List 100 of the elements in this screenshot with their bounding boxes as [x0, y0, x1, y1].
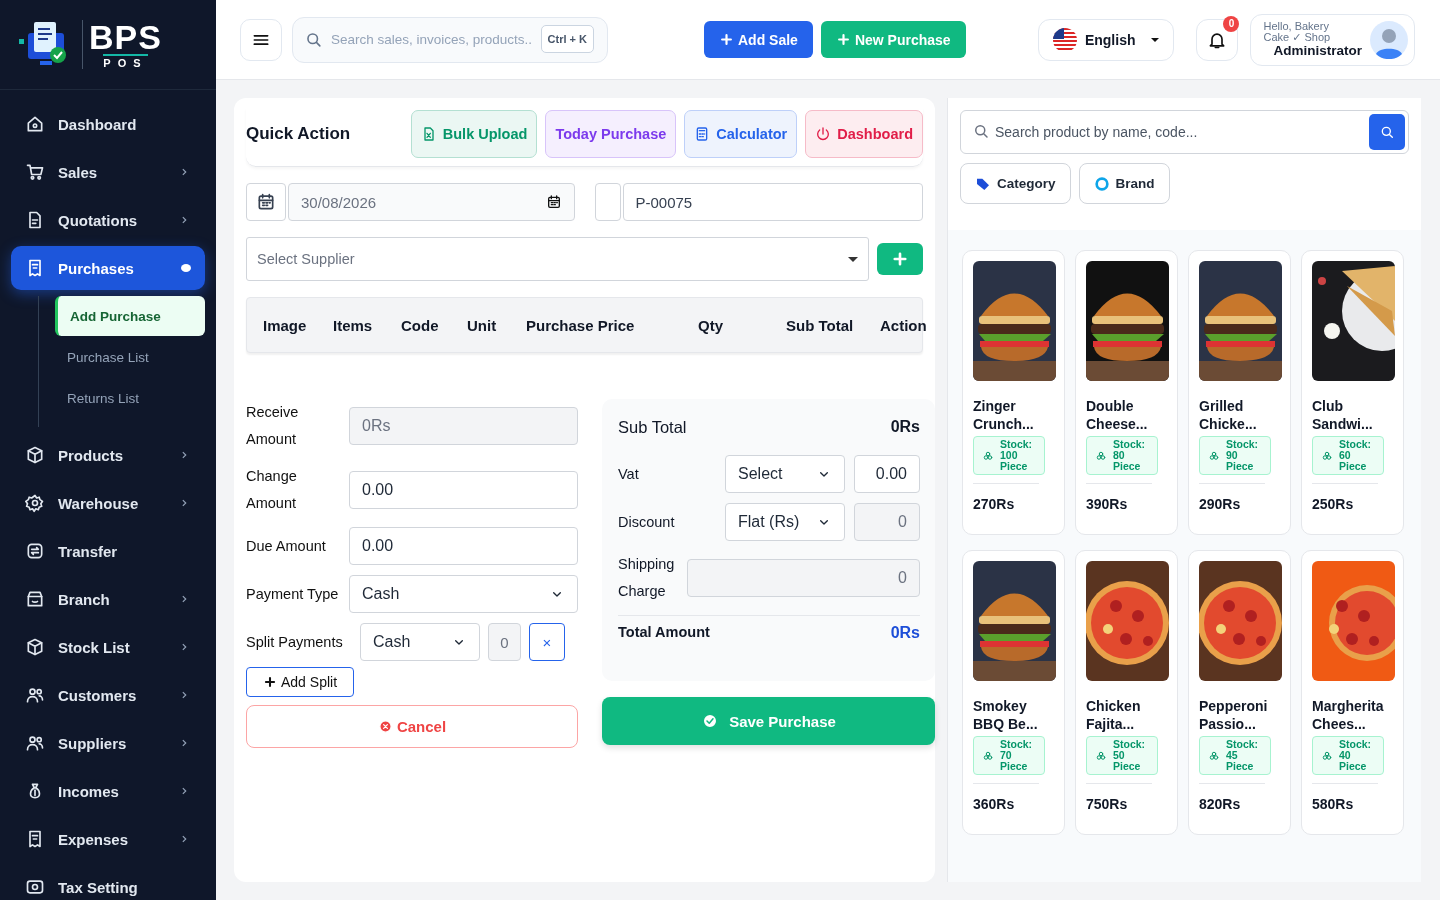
- coins-icon: [1321, 449, 1333, 462]
- product-card[interactable]: Grilled Chicke... Stock: 90 Piece 290Rs: [1188, 250, 1291, 535]
- header-action-button[interactable]: Add Sale: [704, 21, 813, 58]
- sidebar-subitem[interactable]: Purchase List: [55, 337, 205, 378]
- coins-icon: [1321, 749, 1333, 762]
- sidebar-item[interactable]: Customers: [11, 673, 205, 717]
- coins-icon: [982, 449, 994, 462]
- product-card[interactable]: Double Cheese... Stock: 80 Piece 390Rs: [1075, 250, 1178, 535]
- column-header: Items: [333, 316, 374, 334]
- product-card[interactable]: Smokey BBQ Be... Stock: 70 Piece 360Rs: [962, 550, 1065, 835]
- product-card[interactable]: Pepperoni Passio... Stock: 45 Piece 820Rs: [1188, 550, 1291, 835]
- sidebar-item[interactable]: Sales: [11, 150, 205, 194]
- sidebar-item[interactable]: Products: [11, 433, 205, 477]
- stock-badge: Stock: 80 Piece: [1086, 436, 1158, 475]
- split-method-select[interactable]: Cash: [360, 623, 480, 661]
- user-role: Administrator: [1273, 43, 1362, 58]
- product-name: Double Cheese...: [1086, 397, 1149, 433]
- input-addon: [594, 183, 621, 221]
- total-label: Total Amount: [618, 624, 710, 642]
- remove-split-button[interactable]: ×: [529, 623, 565, 661]
- product-name: Grilled Chicke...: [1199, 397, 1258, 433]
- filter-button[interactable]: Brand: [1078, 163, 1170, 204]
- search-icon: [1379, 124, 1395, 140]
- avatar-icon: [1370, 20, 1408, 59]
- language-selector[interactable]: English: [1037, 18, 1175, 61]
- search-button[interactable]: [1369, 114, 1405, 150]
- product-card[interactable]: Zinger Crunch... Stock: 100 Piece 270Rs: [962, 250, 1065, 535]
- users-icon: [25, 685, 45, 705]
- search-icon: [972, 122, 990, 140]
- sidebar-item[interactable]: Suppliers: [11, 721, 205, 765]
- amount-field[interactable]: 0.00: [349, 471, 578, 509]
- stock-badge: Stock: 45 Piece: [1199, 736, 1271, 775]
- user-menu[interactable]: Hello, Bakery Cake ✓ Shop Administrator: [1250, 13, 1415, 66]
- store-icon: [25, 589, 45, 609]
- summary-field[interactable]: 0.00: [854, 455, 920, 493]
- summary-label: Shipping Charge: [618, 555, 676, 601]
- coins-icon: [1095, 749, 1107, 762]
- sidebar-item[interactable]: Branch: [11, 577, 205, 621]
- flag-icon: [1052, 27, 1077, 52]
- stock-badge: Stock: 90 Piece: [1199, 436, 1271, 475]
- quick-action-button[interactable]: Today Purchase: [545, 110, 677, 158]
- sidebar-item[interactable]: Dashboard: [11, 102, 205, 146]
- home-icon: [25, 114, 45, 134]
- sidebar-item[interactable]: Expenses: [11, 817, 205, 861]
- reference-field[interactable]: P-00075: [622, 183, 923, 221]
- add-supplier-button[interactable]: [877, 243, 923, 275]
- calendar-icon: [256, 192, 276, 212]
- product-price: 820Rs: [1199, 796, 1242, 812]
- sidebar-item[interactable]: Transfer: [11, 529, 205, 573]
- amount-field[interactable]: 0.00: [349, 527, 578, 565]
- stock-badge: Stock: 70 Piece: [973, 736, 1045, 775]
- product-card[interactable]: Chicken Fajita... Stock: 50 Piece 750Rs: [1075, 550, 1178, 835]
- column-header: Code: [401, 316, 440, 334]
- field-label: Split Payments: [246, 632, 344, 652]
- user-greeting: Hello, Bakery Cake ✓ Shop: [1263, 21, 1332, 43]
- product-price: 270Rs: [973, 496, 1016, 512]
- filter-button[interactable]: Category: [960, 163, 1071, 204]
- summary-label: Discount: [618, 512, 676, 532]
- sidebar-item[interactable]: Stock List: [11, 625, 205, 669]
- product-price: 290Rs: [1199, 496, 1242, 512]
- sidebar-item[interactable]: Incomes: [11, 769, 205, 813]
- product-price: 250Rs: [1312, 496, 1355, 512]
- cancel-icon: [377, 719, 393, 734]
- notification-count: 0: [1223, 15, 1240, 32]
- quick-action-button[interactable]: Calculator: [684, 110, 798, 158]
- box-icon: [25, 445, 45, 465]
- add-split-button[interactable]: Add Split: [246, 667, 355, 697]
- sidebar-item[interactable]: Quotations: [11, 198, 205, 242]
- date-field[interactable]: 30/08/2026: [288, 183, 575, 221]
- supplier-select[interactable]: Select Supplier: [246, 237, 869, 281]
- column-header: Action: [880, 316, 928, 334]
- sidebar-subitem[interactable]: Add Purchase: [55, 296, 205, 336]
- sidebar-item[interactable]: Purchases: [11, 246, 205, 290]
- product-card[interactable]: Club Sandwi... Stock: 60 Piece 250Rs: [1301, 250, 1404, 535]
- stock-badge: Stock: 40 Piece: [1312, 736, 1384, 775]
- plus-icon: [263, 675, 277, 689]
- power-icon: [815, 126, 832, 142]
- summary-value: 0Rs: [890, 418, 920, 436]
- product-search-field[interactable]: Search product by name, code...: [960, 110, 1409, 154]
- sidebar-item[interactable]: Tax Setting: [11, 865, 205, 900]
- sidebar-item[interactable]: Warehouse: [11, 481, 205, 525]
- product-card[interactable]: Margherita Chees... Stock: 40 Piece 580Rs: [1301, 550, 1404, 835]
- stock-badge: Stock: 60 Piece: [1312, 436, 1384, 475]
- box-icon: [25, 637, 45, 657]
- users-icon: [25, 733, 45, 753]
- split-amount-field[interactable]: 0: [488, 623, 521, 661]
- column-header: Qty: [698, 316, 724, 334]
- notifications-button[interactable]: 0: [1196, 18, 1239, 61]
- sidebar-subitem[interactable]: Returns List: [55, 378, 205, 419]
- column-header: Purchase Price: [526, 316, 636, 334]
- payment-type-select[interactable]: Cash: [349, 575, 578, 613]
- field-label: Payment Type: [246, 584, 340, 604]
- quick-action-button[interactable]: Dashboard: [805, 110, 923, 158]
- summary-select[interactable]: Select: [725, 455, 845, 493]
- calendar-icon: [545, 194, 562, 210]
- column-header: Image: [263, 316, 308, 334]
- cancel-button[interactable]: Cancel: [246, 705, 578, 748]
- menu-button[interactable]: [240, 18, 282, 61]
- stock-badge: Stock: 100 Piece: [973, 436, 1045, 475]
- summary-label: Sub Total: [618, 417, 687, 437]
